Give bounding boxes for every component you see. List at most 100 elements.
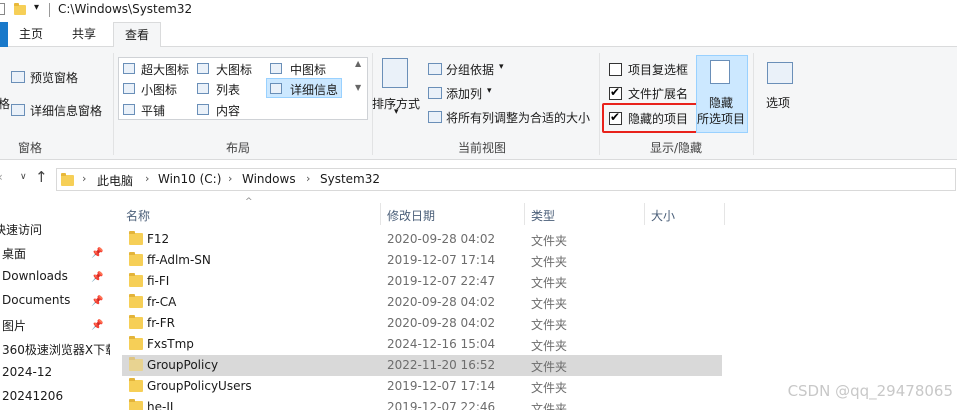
file-name: ff-Adlm-SN [147,253,211,267]
breadcrumb-this-pc[interactable]: 此电脑 [97,172,133,189]
chevron-right-icon[interactable]: › [228,172,232,185]
size-columns-icon [428,111,442,123]
layout-medium-icons[interactable]: 中图标 [290,61,326,78]
file-name: F12 [147,232,170,246]
file-row[interactable]: he-IL 2019-12-07 22:46 文件夹 [122,397,722,410]
preview-pane-button[interactable]: 预览窗格 [30,69,78,86]
chevron-right-icon[interactable]: › [306,172,310,185]
file-modified: 2019-12-07 17:14 [387,253,496,267]
add-column-button[interactable]: 添加列 [446,85,482,102]
navigation-pane-icon[interactable]: 格 [0,95,10,112]
small-icons-icon [123,83,135,94]
nav-20241206[interactable]: 20241206 [2,389,63,403]
layout-list[interactable]: 列表 [216,81,240,98]
nav-quick-access[interactable]: 快速访问 [0,221,42,238]
sort-by-dropdown-icon[interactable]: ▾ [394,107,399,117]
file-modified: 2024-12-16 15:04 [387,337,496,351]
file-row[interactable]: GroupPolicy 2022-11-20 16:52 文件夹 [122,355,722,376]
column-separator[interactable] [724,203,725,225]
layout-large-icons[interactable]: 大图标 [216,61,252,78]
column-separator[interactable] [380,203,381,225]
folder-icon [129,399,143,410]
sort-by-icon [382,58,408,88]
details-pane-button[interactable]: 详细信息窗格 [30,102,102,119]
column-header-name[interactable]: 名称 [126,207,150,224]
group-by-button[interactable]: 分组依据 [446,61,494,78]
file-modified: 2020-09-28 04:02 [387,295,496,309]
file-type: 文件夹 [531,381,568,395]
extra-large-icons-icon [123,63,135,74]
app-icon [0,3,5,15]
tab-share[interactable]: 共享 [62,22,106,47]
folder-icon [129,357,143,371]
column-header-type[interactable]: 类型 [531,207,555,224]
file-row[interactable]: fr-FR 2020-09-28 04:02 文件夹 [122,313,722,334]
layout-small-icons[interactable]: 小图标 [141,81,177,98]
layout-scroll-up-icon[interactable]: ▲ [355,59,361,68]
chevron-right-icon[interactable]: › [82,172,86,185]
back-arrow-icon[interactable]: ‹ [0,170,3,184]
folder-icon [129,294,143,308]
recent-locations-icon[interactable]: ∨ [20,172,27,182]
breadcrumb-system32[interactable]: System32 [320,172,380,186]
tab-file[interactable] [0,22,8,47]
sort-ascending-icon: ^ [245,197,253,207]
column-separator[interactable] [524,203,525,225]
medium-icons-icon [270,63,282,74]
column-header-size[interactable]: 大小 [651,207,675,224]
breadcrumb-windows[interactable]: Windows [242,172,296,186]
address-bar[interactable]: › 此电脑 › Win10 (C:) › Windows › System32 [56,168,956,191]
file-modified: 2019-12-07 22:47 [387,274,496,288]
pin-icon: 📌 [91,248,104,259]
column-separator[interactable] [644,203,645,225]
file-row[interactable]: fi-FI 2019-12-07 22:47 文件夹 [122,271,722,292]
window-title: C:\Windows\System32 [58,2,193,16]
file-row[interactable]: GroupPolicyUsers 2019-12-07 17:14 文件夹 [122,376,722,397]
ribbon-tabs: 主页 共享 查看 [0,22,957,48]
layout-extra-large-icons[interactable]: 超大图标 [141,61,189,78]
group-by-dropdown-icon[interactable]: ▾ [499,62,504,72]
folder-icon [129,336,143,350]
up-arrow-icon[interactable]: ↑ [35,168,48,186]
column-header-modified[interactable]: 修改日期 [387,207,435,224]
item-checkboxes-checkbox[interactable] [609,63,622,76]
nav-pictures[interactable]: 图片 [2,317,26,334]
nav-360-downloads[interactable]: 360极速浏览器X下载 [2,341,110,358]
layout-content[interactable]: 内容 [216,102,240,119]
group-label-current-view: 当前视图 [458,141,507,155]
details-icon [270,83,282,94]
quick-access-toolbar-dropdown-icon[interactable]: ▾ [34,2,39,13]
preview-pane-icon [11,71,25,83]
size-all-columns-button[interactable]: 将所有列调整为合适的大小 [446,109,590,126]
folder-icon [129,315,143,329]
nav-2024-12[interactable]: 2024-12 [2,365,52,379]
file-row[interactable]: ff-Adlm-SN 2019-12-07 17:14 文件夹 [122,250,722,271]
add-column-dropdown-icon[interactable]: ▾ [487,86,492,96]
file-row[interactable]: FxsTmp 2024-12-16 15:04 文件夹 [122,334,722,355]
layout-details[interactable]: 详细信息 [290,81,338,98]
layout-scroll-down-icon[interactable]: ▼ [355,83,361,92]
nav-downloads[interactable]: Downloads [2,269,68,283]
file-extensions-label: 文件扩展名 [628,87,689,101]
file-modified: 2019-12-07 17:14 [387,379,496,393]
nav-desktop[interactable]: 桌面 [2,245,26,262]
hide-selected-items-icon [710,60,730,84]
file-row[interactable]: F12 2020-09-28 04:02 文件夹 [122,229,722,250]
nav-documents[interactable]: Documents [2,293,70,307]
layout-tiles[interactable]: 平铺 [141,102,165,119]
tab-view[interactable]: 查看 [113,22,161,48]
navigation-pane: 快速访问 桌面 📌 Downloads 📌 Documents 📌 图片 📌 3… [0,198,110,410]
separator [113,53,114,155]
file-row[interactable]: fr-CA 2020-09-28 04:02 文件夹 [122,292,722,313]
address-row: ‹ ∨ ↑ › 此电脑 › Win10 (C:) › Windows › Sys… [0,160,957,198]
file-extensions-checkbox[interactable] [609,85,622,100]
options-button[interactable]: 选项 [766,94,790,111]
group-label-panes: 窗格 [18,141,43,155]
tab-home[interactable]: 主页 [10,22,52,47]
file-name: GroupPolicyUsers [147,379,252,393]
chevron-right-icon[interactable]: › [145,172,149,185]
file-type: 文件夹 [531,297,568,311]
breadcrumb-drive[interactable]: Win10 (C:) [158,172,221,186]
file-modified: 2019-12-07 22:46 [387,400,496,410]
folder-icon [129,273,143,287]
